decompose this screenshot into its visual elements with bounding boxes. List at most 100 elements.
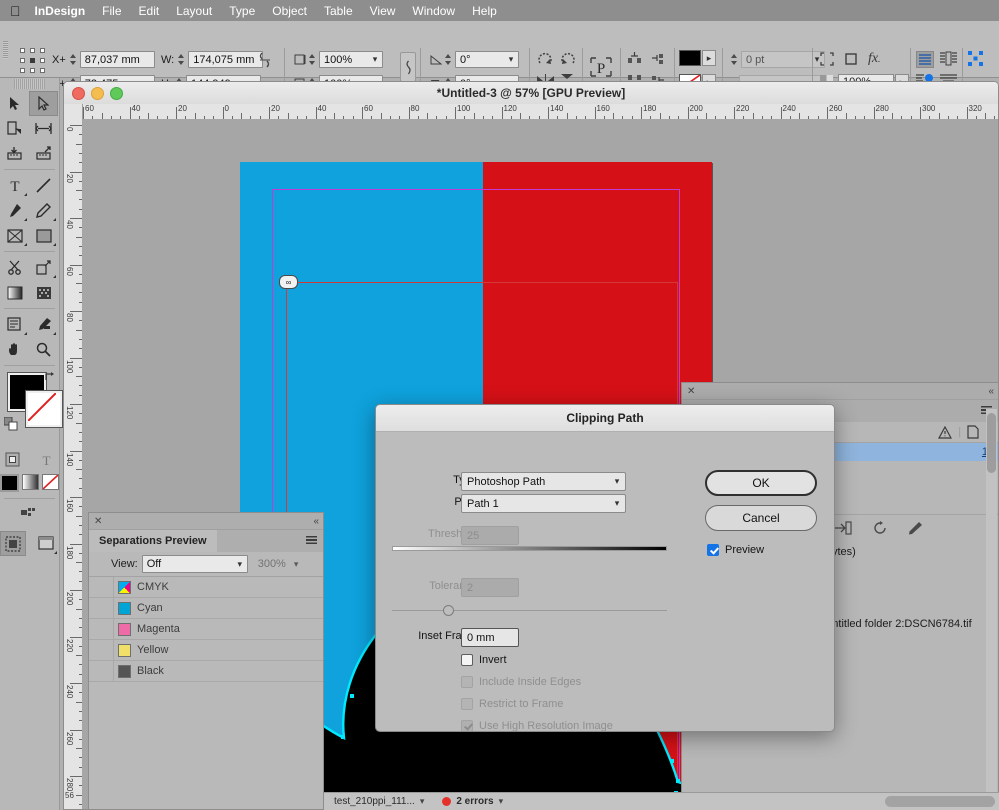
- inset-frame-input[interactable]: 0 mm: [461, 628, 519, 647]
- preview-p-icon[interactable]: P: [588, 55, 614, 79]
- rotation-input[interactable]: 0° ▾: [455, 51, 519, 68]
- refresh-icon[interactable]: [872, 521, 888, 535]
- tool-zoom[interactable]: [29, 337, 58, 362]
- x-position-input[interactable]: 87,037 mm: [79, 51, 155, 68]
- chevron-down-icon[interactable]: ▾: [294, 559, 299, 570]
- menu-item-help[interactable]: Help: [472, 4, 497, 18]
- tool-gap[interactable]: [29, 116, 58, 141]
- align-top-icon[interactable]: [626, 51, 643, 66]
- list-item[interactable]: Black: [89, 661, 323, 682]
- preview-checkbox-row[interactable]: Preview: [707, 544, 764, 556]
- stroke-weight-stepper[interactable]: [730, 52, 739, 67]
- chevron-down-icon[interactable]: ▾: [499, 796, 504, 807]
- ink-visibility-toggle[interactable]: [91, 661, 114, 681]
- preview-mode-button[interactable]: [34, 531, 60, 556]
- collapse-panel-icon[interactable]: «: [988, 386, 993, 397]
- tool-line[interactable]: [29, 173, 58, 198]
- tool-note[interactable]: [0, 312, 29, 337]
- tool-type[interactable]: T: [0, 173, 29, 198]
- toolbar-stroke-swatch[interactable]: [26, 391, 62, 427]
- select-content-icon[interactable]: [968, 51, 983, 66]
- frame-fitting-icon[interactable]: [844, 52, 858, 66]
- page-icon[interactable]: [967, 425, 979, 439]
- close-icon[interactable]: ✕: [94, 516, 102, 527]
- document-title-bar[interactable]: *Untitled-3 @ 57% [GPU Preview]: [64, 82, 998, 105]
- tool-page[interactable]: [0, 116, 29, 141]
- preview-checkbox[interactable]: [707, 544, 719, 556]
- apply-none-icon[interactable]: [42, 474, 59, 490]
- tool-frame[interactable]: [0, 223, 29, 248]
- preset-select[interactable]: test_210ppi_111... ▾: [324, 796, 424, 807]
- distribute-left-icon[interactable]: [650, 51, 667, 66]
- fill-swatch[interactable]: [679, 50, 701, 66]
- tool-direct-selection[interactable]: [29, 91, 58, 116]
- menu-item-object[interactable]: Object: [272, 4, 307, 18]
- tool-gradient-swatch[interactable]: [0, 280, 29, 305]
- rotate-clockwise-icon[interactable]: [536, 51, 555, 68]
- apply-gradient-icon[interactable]: [22, 474, 39, 490]
- panel-menu-icon[interactable]: [306, 536, 317, 545]
- x-stepper[interactable]: [69, 52, 78, 67]
- tool-gradient-feather[interactable]: [29, 280, 58, 305]
- horizontal-scrollbar[interactable]: [885, 796, 995, 807]
- screen-mode-icon[interactable]: [15, 502, 44, 527]
- link-badge-icon[interactable]: ∞: [279, 275, 298, 289]
- tool-free-transform[interactable]: [29, 255, 58, 280]
- tool-hand[interactable]: [0, 337, 29, 362]
- normal-view-mode-button[interactable]: [0, 531, 26, 556]
- rotation-stepper[interactable]: [444, 52, 453, 67]
- ruler-origin[interactable]: [64, 104, 83, 119]
- update-link-icon[interactable]: [834, 521, 852, 535]
- tool-scissors[interactable]: [0, 255, 29, 280]
- menu-item-type[interactable]: Type: [229, 4, 255, 18]
- fill-menu-arrow[interactable]: ▸: [702, 50, 716, 66]
- text-wrap-bounding-button[interactable]: [940, 51, 957, 67]
- ink-visibility-toggle[interactable]: [91, 598, 114, 618]
- reference-point-proxy[interactable]: [20, 48, 46, 74]
- control-panel-grip[interactable]: [3, 41, 8, 59]
- format-affects-text-icon[interactable]: T: [35, 447, 60, 472]
- menu-item-view[interactable]: View: [370, 4, 396, 18]
- broken-chain-icon[interactable]: [258, 50, 272, 70]
- corner-options-icon[interactable]: [820, 52, 834, 66]
- list-item[interactable]: Cyan: [89, 598, 323, 619]
- apple-logo-icon[interactable]: : [10, 4, 21, 18]
- tool-eyedropper[interactable]: [29, 312, 58, 337]
- swap-fill-stroke-icon[interactable]: [44, 371, 56, 383]
- menu-item-table[interactable]: Table: [324, 4, 353, 18]
- ok-button[interactable]: OK: [705, 470, 817, 496]
- width-input[interactable]: 174,075 mm: [188, 51, 264, 68]
- tool-rectangle[interactable]: [29, 223, 58, 248]
- text-wrap-none-button[interactable]: [916, 51, 934, 68]
- path-select[interactable]: Path 1 ▾: [461, 494, 626, 513]
- menu-item-file[interactable]: File: [102, 4, 121, 18]
- tab-separations-preview[interactable]: Separations Preview: [89, 530, 217, 552]
- tool-content-collector[interactable]: [0, 141, 29, 166]
- width-stepper[interactable]: [177, 52, 186, 67]
- default-fill-stroke-icon[interactable]: [4, 417, 18, 431]
- tool-pen[interactable]: [0, 198, 29, 223]
- ink-visibility-toggle[interactable]: [91, 640, 114, 660]
- edit-original-icon[interactable]: [908, 521, 923, 535]
- invert-checkbox[interactable]: [461, 654, 473, 666]
- list-item[interactable]: Yellow: [89, 640, 323, 661]
- vertical-ruler[interactable]: 0 20 40 60 80 100 120 140 160 180 200 220 240 260 280 5…: [64, 119, 83, 809]
- ink-visibility-toggle[interactable]: [91, 577, 114, 597]
- horizontal-ruler[interactable]: 60 40 20 0 20 40 60 80 100 120 140 160 180 200 220 240 2…: [64, 104, 998, 120]
- effects-fx-icon[interactable]: fx.: [868, 51, 880, 67]
- menu-item-layout[interactable]: Layout: [176, 4, 212, 18]
- ink-visibility-toggle[interactable]: [91, 619, 114, 639]
- links-panel-scroll-thumb[interactable]: [987, 413, 996, 473]
- format-affects-container-icon[interactable]: [0, 447, 25, 472]
- close-icon[interactable]: ✕: [687, 386, 695, 397]
- invert-checkbox-row[interactable]: Invert: [461, 654, 507, 666]
- tool-selection[interactable]: [0, 91, 29, 116]
- list-item[interactable]: Magenta: [89, 619, 323, 640]
- warning-triangle-icon[interactable]: [938, 425, 953, 439]
- menu-item-window[interactable]: Window: [412, 4, 455, 18]
- scale-x-input[interactable]: 100% ▾: [319, 51, 383, 68]
- collapse-panel-icon[interactable]: «: [313, 516, 318, 527]
- type-select[interactable]: Photoshop Path ▾: [461, 472, 626, 491]
- constrain-proportions-button[interactable]: [400, 52, 416, 82]
- menu-item-edit[interactable]: Edit: [139, 4, 160, 18]
